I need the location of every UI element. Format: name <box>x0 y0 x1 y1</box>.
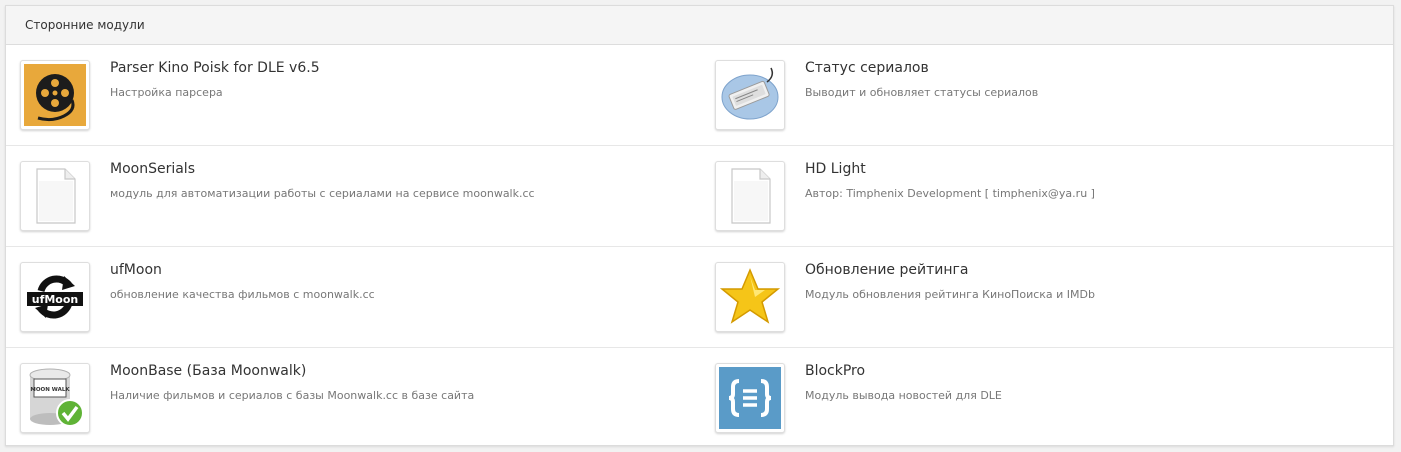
module-description: Модуль обновления рейтинга КиноПоиска и … <box>805 288 1095 301</box>
code-braces-icon <box>715 363 785 433</box>
panel-title: Сторонние модули <box>6 6 1393 45</box>
module-moonserials[interactable]: MoonSerials модуль для автоматизации раб… <box>20 161 700 233</box>
module-description: обновление качества фильмов с moonwalk.c… <box>110 288 375 301</box>
module-hd-light[interactable]: HD Light Автор: Timphenix Development [ … <box>715 161 1395 233</box>
module-title[interactable]: BlockPro <box>805 363 865 379</box>
ufmoon-sync-icon: ufMoon <box>20 262 90 332</box>
modules-row: MOON WALK MoonBase (База Moonwalk) Налич… <box>6 348 1393 449</box>
modules-row: MoonSerials модуль для автоматизации раб… <box>6 146 1393 247</box>
module-title[interactable]: ufMoon <box>110 262 162 278</box>
module-blockpro[interactable]: BlockPro Модуль вывода новостей для DLE <box>715 363 1395 435</box>
modules-row: ufMoon ufMoon обновление качества фильмо… <box>6 247 1393 348</box>
module-title[interactable]: Parser Kino Poisk for DLE v6.5 <box>110 60 320 76</box>
module-moonbase[interactable]: MOON WALK MoonBase (База Moonwalk) Налич… <box>20 363 700 435</box>
module-description: модуль для автоматизации работы с сериал… <box>110 187 535 200</box>
module-description: Автор: Timphenix Development [ timphenix… <box>805 187 1095 200</box>
module-title[interactable]: HD Light <box>805 161 866 177</box>
database-check-icon: MOON WALK <box>20 363 90 433</box>
module-title[interactable]: Статус сериалов <box>805 60 929 76</box>
third-party-modules-panel: Сторонние модули Parser Kino Poisk for D… <box>5 5 1394 446</box>
module-title[interactable]: MoonSerials <box>110 161 195 177</box>
module-title[interactable]: Обновление рейтинга <box>805 262 968 278</box>
module-ufmoon[interactable]: ufMoon ufMoon обновление качества фильмо… <box>20 262 700 334</box>
blank-file-icon <box>715 161 785 231</box>
module-description: Настройка парсера <box>110 86 223 99</box>
module-rating-update[interactable]: Обновление рейтинга Модуль обновления ре… <box>715 262 1395 334</box>
film-reel-icon <box>20 60 90 130</box>
module-parser-kino-poisk[interactable]: Parser Kino Poisk for DLE v6.5 Настройка… <box>20 60 700 132</box>
moonwalk-logo-text: MOON WALK <box>30 387 70 393</box>
ufmoon-logo-text: ufMoon <box>32 293 79 306</box>
module-serial-status[interactable]: Статус сериалов Выводит и обновляет стат… <box>715 60 1395 132</box>
keyboard-key-icon <box>715 60 785 130</box>
module-description: Наличие фильмов и сериалов с базы Moonwa… <box>110 389 475 402</box>
blank-file-icon <box>20 161 90 231</box>
module-title[interactable]: MoonBase (База Moonwalk) <box>110 363 306 379</box>
module-description: Модуль вывода новостей для DLE <box>805 389 1002 402</box>
star-icon <box>715 262 785 332</box>
module-description: Выводит и обновляет статусы сериалов <box>805 86 1039 99</box>
modules-row: Parser Kino Poisk for DLE v6.5 Настройка… <box>6 45 1393 146</box>
